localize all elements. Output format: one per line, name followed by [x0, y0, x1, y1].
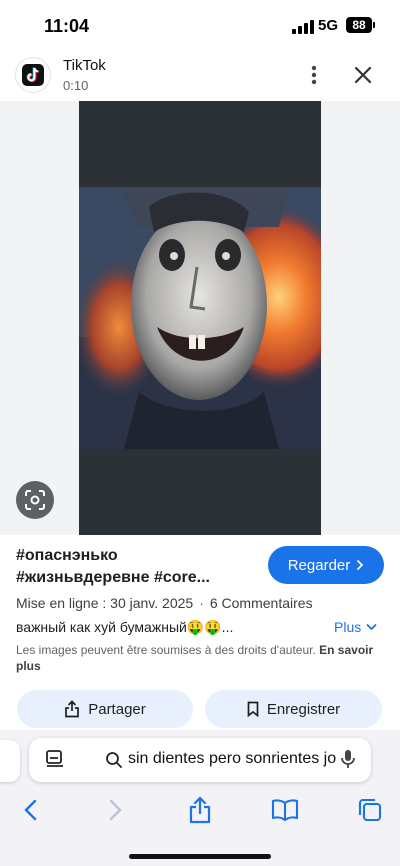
search-icon	[106, 752, 122, 768]
image-preview[interactable]	[0, 101, 400, 535]
bookmarks-button[interactable]	[265, 790, 305, 830]
chevron-down-icon	[366, 623, 377, 631]
comment-count: 6 Commentaires	[209, 595, 313, 611]
result-description: важный как хуй бумажный🤑🤑...	[16, 619, 234, 635]
copyright-text: Les images peuvent être soumises à des d…	[16, 643, 316, 657]
battery-icon: 88	[346, 17, 372, 33]
back-button[interactable]	[10, 790, 50, 830]
thumbnail-image[interactable]	[79, 187, 321, 449]
book-icon	[271, 799, 299, 821]
result-title-line1[interactable]: #опаснэнько	[16, 547, 118, 565]
save-button[interactable]: Enregistrer	[205, 690, 382, 728]
result-meta: Mise en ligne : 30 janv. 2025 · 6 Commenta…	[16, 595, 313, 611]
more-button[interactable]: Plus	[334, 619, 377, 635]
upload-date: Mise en ligne : 30 janv. 2025	[16, 595, 194, 611]
chevron-right-icon	[357, 559, 364, 571]
more-button-label: Plus	[334, 619, 362, 635]
bookmark-icon	[247, 701, 259, 717]
app-title: TikTok	[63, 57, 106, 74]
tiktok-logo-icon[interactable]	[16, 58, 50, 92]
tabs-button[interactable]	[350, 790, 390, 830]
lens-icon[interactable]	[16, 481, 54, 519]
share-icon	[65, 700, 80, 718]
mic-icon[interactable]	[337, 748, 359, 770]
back-icon	[24, 799, 37, 821]
status-time: 11:04	[44, 16, 90, 36]
adjacent-tab-card[interactable]	[0, 740, 20, 782]
address-bar-text[interactable]: sin dientes pero sonrientes jo	[128, 750, 354, 768]
share-button[interactable]: Partager	[17, 690, 193, 728]
tabs-list-icon[interactable]	[44, 748, 66, 770]
result-title-line2[interactable]: #жизньвдеревне #core...	[16, 569, 210, 587]
signal-icon	[292, 20, 314, 34]
home-indicator	[129, 854, 271, 859]
share-page-button[interactable]	[180, 790, 220, 830]
save-label: Enregistrer	[266, 700, 341, 718]
app-header: TikTok 0:10	[0, 52, 400, 100]
share-ios-icon	[189, 796, 211, 824]
copyright-notice: Les images peuvent être soumises à des d…	[16, 642, 376, 674]
tabs-icon	[358, 798, 382, 822]
more-vert-icon[interactable]	[302, 62, 326, 88]
watch-button[interactable]: Regarder	[268, 546, 384, 584]
network-type: 5G	[318, 17, 339, 34]
close-icon[interactable]	[350, 62, 376, 88]
address-bar[interactable]: sin dientes pero sonrientes jo	[29, 738, 371, 782]
battery-tip	[373, 22, 375, 28]
forward-icon	[109, 799, 122, 821]
video-duration: 0:10	[63, 78, 89, 93]
forward-button[interactable]	[96, 790, 136, 830]
share-label: Partager	[88, 700, 146, 718]
status-bar: 11:04 5G 88	[0, 0, 400, 52]
watch-button-label: Regarder	[287, 556, 351, 574]
